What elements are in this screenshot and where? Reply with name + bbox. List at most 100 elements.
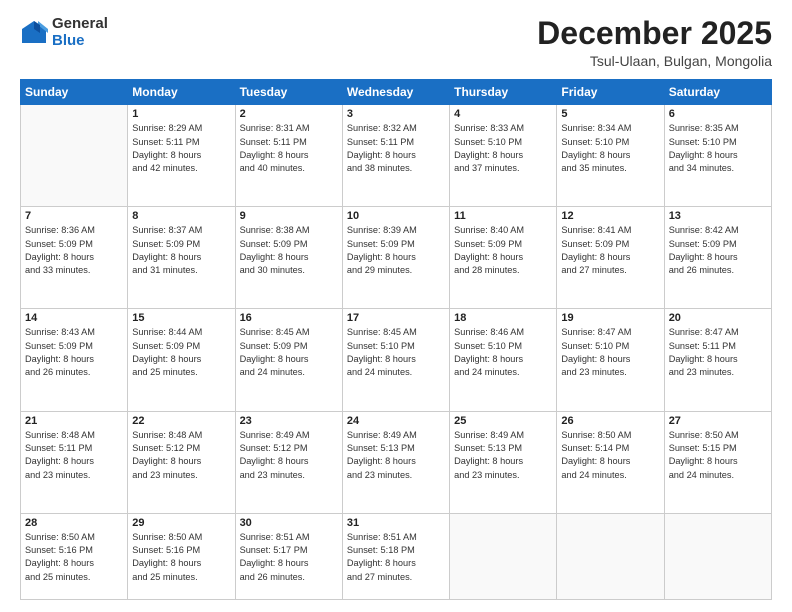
day-number: 31 bbox=[347, 517, 445, 529]
calendar-table: SundayMondayTuesdayWednesdayThursdayFrid… bbox=[20, 79, 772, 600]
day-number: 23 bbox=[240, 415, 338, 427]
sun-info: Sunrise: 8:33 AMSunset: 5:10 PMDaylight:… bbox=[454, 122, 552, 175]
calendar-cell: 22 Sunrise: 8:48 AMSunset: 5:12 PMDayligh… bbox=[128, 411, 235, 513]
calendar-header-row: SundayMondayTuesdayWednesdayThursdayFrid… bbox=[21, 80, 772, 105]
sun-info: Sunrise: 8:38 AMSunset: 5:09 PMDaylight:… bbox=[240, 224, 338, 277]
day-number: 3 bbox=[347, 108, 445, 120]
day-number: 20 bbox=[669, 312, 767, 324]
calendar-cell bbox=[450, 513, 557, 599]
sun-info: Sunrise: 8:51 AMSunset: 5:17 PMDaylight:… bbox=[240, 531, 338, 584]
calendar-cell bbox=[557, 513, 664, 599]
sun-info: Sunrise: 8:43 AMSunset: 5:09 PMDaylight:… bbox=[25, 326, 123, 379]
calendar-cell: 12Sunrise: 8:41 AMSunset: 5:09 PMDayligh… bbox=[557, 207, 664, 309]
calendar-cell: 20 Sunrise: 8:47 AMSunset: 5:11 PMDayligh… bbox=[664, 309, 771, 411]
sun-info: Sunrise: 8:31 AMSunset: 5:11 PMDaylight:… bbox=[240, 122, 338, 175]
logo-text: General Blue bbox=[52, 16, 108, 49]
sun-info: Sunrise: 8:50 AMSunset: 5:14 PMDaylight:… bbox=[561, 429, 659, 482]
calendar-cell: 18Sunrise: 8:46 AMSunset: 5:10 PMDayligh… bbox=[450, 309, 557, 411]
day-header-sunday: Sunday bbox=[21, 80, 128, 105]
calendar-cell: 16 Sunrise: 8:45 AMSunset: 5:09 PMDayligh… bbox=[235, 309, 342, 411]
day-header-wednesday: Wednesday bbox=[342, 80, 449, 105]
day-number: 6 bbox=[669, 108, 767, 120]
calendar-cell: 2 Sunrise: 8:31 AMSunset: 5:11 PMDaylight… bbox=[235, 105, 342, 207]
calendar-cell: 28Sunrise: 8:50 AMSunset: 5:16 PMDayligh… bbox=[21, 513, 128, 599]
day-number: 13 bbox=[669, 210, 767, 222]
calendar-cell: 23 Sunrise: 8:49 AMSunset: 5:12 PMDayligh… bbox=[235, 411, 342, 513]
calendar-week-row: 14 Sunrise: 8:43 AMSunset: 5:09 PMDayligh… bbox=[21, 309, 772, 411]
calendar-cell bbox=[664, 513, 771, 599]
sun-info: Sunrise: 8:50 AMSunset: 5:16 PMDaylight:… bbox=[132, 531, 230, 584]
day-number: 5 bbox=[561, 108, 659, 120]
day-number: 2 bbox=[240, 108, 338, 120]
day-header-saturday: Saturday bbox=[664, 80, 771, 105]
sun-info: Sunrise: 8:37 AMSunset: 5:09 PMDaylight:… bbox=[132, 224, 230, 277]
calendar-cell: 24Sunrise: 8:49 AMSunset: 5:13 PMDayligh… bbox=[342, 411, 449, 513]
logo-icon bbox=[20, 19, 48, 47]
day-number: 10 bbox=[347, 210, 445, 222]
logo-general: General bbox=[52, 16, 108, 33]
sun-info: Sunrise: 8:50 AMSunset: 5:16 PMDaylight:… bbox=[25, 531, 123, 584]
day-number: 7 bbox=[25, 210, 123, 222]
day-number: 30 bbox=[240, 517, 338, 529]
calendar-cell: 31 Sunrise: 8:51 AMSunset: 5:18 PMDayligh… bbox=[342, 513, 449, 599]
calendar-cell: 25 Sunrise: 8:49 AMSunset: 5:13 PMDayligh… bbox=[450, 411, 557, 513]
day-number: 12 bbox=[561, 210, 659, 222]
sun-info: Sunrise: 8:48 AMSunset: 5:12 PMDaylight:… bbox=[132, 429, 230, 482]
calendar-week-row: 21Sunrise: 8:48 AMSunset: 5:11 PMDayligh… bbox=[21, 411, 772, 513]
calendar-cell: 21Sunrise: 8:48 AMSunset: 5:11 PMDayligh… bbox=[21, 411, 128, 513]
sun-info: Sunrise: 8:47 AMSunset: 5:10 PMDaylight:… bbox=[561, 326, 659, 379]
calendar-cell: 6 Sunrise: 8:35 AMSunset: 5:10 PMDaylight… bbox=[664, 105, 771, 207]
day-number: 14 bbox=[25, 312, 123, 324]
sun-info: Sunrise: 8:49 AMSunset: 5:13 PMDaylight:… bbox=[454, 429, 552, 482]
day-number: 16 bbox=[240, 312, 338, 324]
calendar-cell: 4 Sunrise: 8:33 AMSunset: 5:10 PMDaylight… bbox=[450, 105, 557, 207]
calendar-cell: 19 Sunrise: 8:47 AMSunset: 5:10 PMDayligh… bbox=[557, 309, 664, 411]
day-number: 25 bbox=[454, 415, 552, 427]
day-header-tuesday: Tuesday bbox=[235, 80, 342, 105]
day-number: 4 bbox=[454, 108, 552, 120]
day-number: 27 bbox=[669, 415, 767, 427]
day-number: 17 bbox=[347, 312, 445, 324]
calendar-week-row: 28Sunrise: 8:50 AMSunset: 5:16 PMDayligh… bbox=[21, 513, 772, 599]
header: General Blue December 2025 Tsul-Ulaan, B… bbox=[20, 16, 772, 69]
sun-info: Sunrise: 8:51 AMSunset: 5:18 PMDaylight:… bbox=[347, 531, 445, 584]
day-number: 8 bbox=[132, 210, 230, 222]
calendar-cell: 13 Sunrise: 8:42 AMSunset: 5:09 PMDayligh… bbox=[664, 207, 771, 309]
day-number: 11 bbox=[454, 210, 552, 222]
sun-info: Sunrise: 8:45 AMSunset: 5:10 PMDaylight:… bbox=[347, 326, 445, 379]
sun-info: Sunrise: 8:45 AMSunset: 5:09 PMDaylight:… bbox=[240, 326, 338, 379]
calendar-cell: 3Sunrise: 8:32 AMSunset: 5:11 PMDaylight… bbox=[342, 105, 449, 207]
sun-info: Sunrise: 8:29 AMSunset: 5:11 PMDaylight:… bbox=[132, 122, 230, 175]
day-number: 9 bbox=[240, 210, 338, 222]
sun-info: Sunrise: 8:39 AMSunset: 5:09 PMDaylight:… bbox=[347, 224, 445, 277]
location: Tsul-Ulaan, Bulgan, Mongolia bbox=[537, 53, 772, 69]
sun-info: Sunrise: 8:47 AMSunset: 5:11 PMDaylight:… bbox=[669, 326, 767, 379]
calendar-cell: 29 Sunrise: 8:50 AMSunset: 5:16 PMDayligh… bbox=[128, 513, 235, 599]
day-header-monday: Monday bbox=[128, 80, 235, 105]
sun-info: Sunrise: 8:35 AMSunset: 5:10 PMDaylight:… bbox=[669, 122, 767, 175]
title-block: December 2025 Tsul-Ulaan, Bulgan, Mongol… bbox=[537, 16, 772, 69]
day-number: 1 bbox=[132, 108, 230, 120]
sun-info: Sunrise: 8:42 AMSunset: 5:09 PMDaylight:… bbox=[669, 224, 767, 277]
sun-info: Sunrise: 8:49 AMSunset: 5:12 PMDaylight:… bbox=[240, 429, 338, 482]
sun-info: Sunrise: 8:36 AMSunset: 5:09 PMDaylight:… bbox=[25, 224, 123, 277]
calendar-cell: 14 Sunrise: 8:43 AMSunset: 5:09 PMDayligh… bbox=[21, 309, 128, 411]
calendar-cell bbox=[21, 105, 128, 207]
calendar-cell: 27Sunrise: 8:50 AMSunset: 5:15 PMDayligh… bbox=[664, 411, 771, 513]
calendar-cell: 8 Sunrise: 8:37 AMSunset: 5:09 PMDaylight… bbox=[128, 207, 235, 309]
day-number: 15 bbox=[132, 312, 230, 324]
calendar-cell: 11Sunrise: 8:40 AMSunset: 5:09 PMDayligh… bbox=[450, 207, 557, 309]
day-header-thursday: Thursday bbox=[450, 80, 557, 105]
day-number: 19 bbox=[561, 312, 659, 324]
day-header-friday: Friday bbox=[557, 80, 664, 105]
sun-info: Sunrise: 8:49 AMSunset: 5:13 PMDaylight:… bbox=[347, 429, 445, 482]
day-number: 22 bbox=[132, 415, 230, 427]
calendar-cell: 7 Sunrise: 8:36 AMSunset: 5:09 PMDaylight… bbox=[21, 207, 128, 309]
day-number: 21 bbox=[25, 415, 123, 427]
calendar-cell: 17 Sunrise: 8:45 AMSunset: 5:10 PMDayligh… bbox=[342, 309, 449, 411]
day-number: 29 bbox=[132, 517, 230, 529]
month-title: December 2025 bbox=[537, 16, 772, 51]
calendar-cell: 1 Sunrise: 8:29 AMSunset: 5:11 PMDaylight… bbox=[128, 105, 235, 207]
logo-blue: Blue bbox=[52, 33, 108, 50]
day-number: 18 bbox=[454, 312, 552, 324]
